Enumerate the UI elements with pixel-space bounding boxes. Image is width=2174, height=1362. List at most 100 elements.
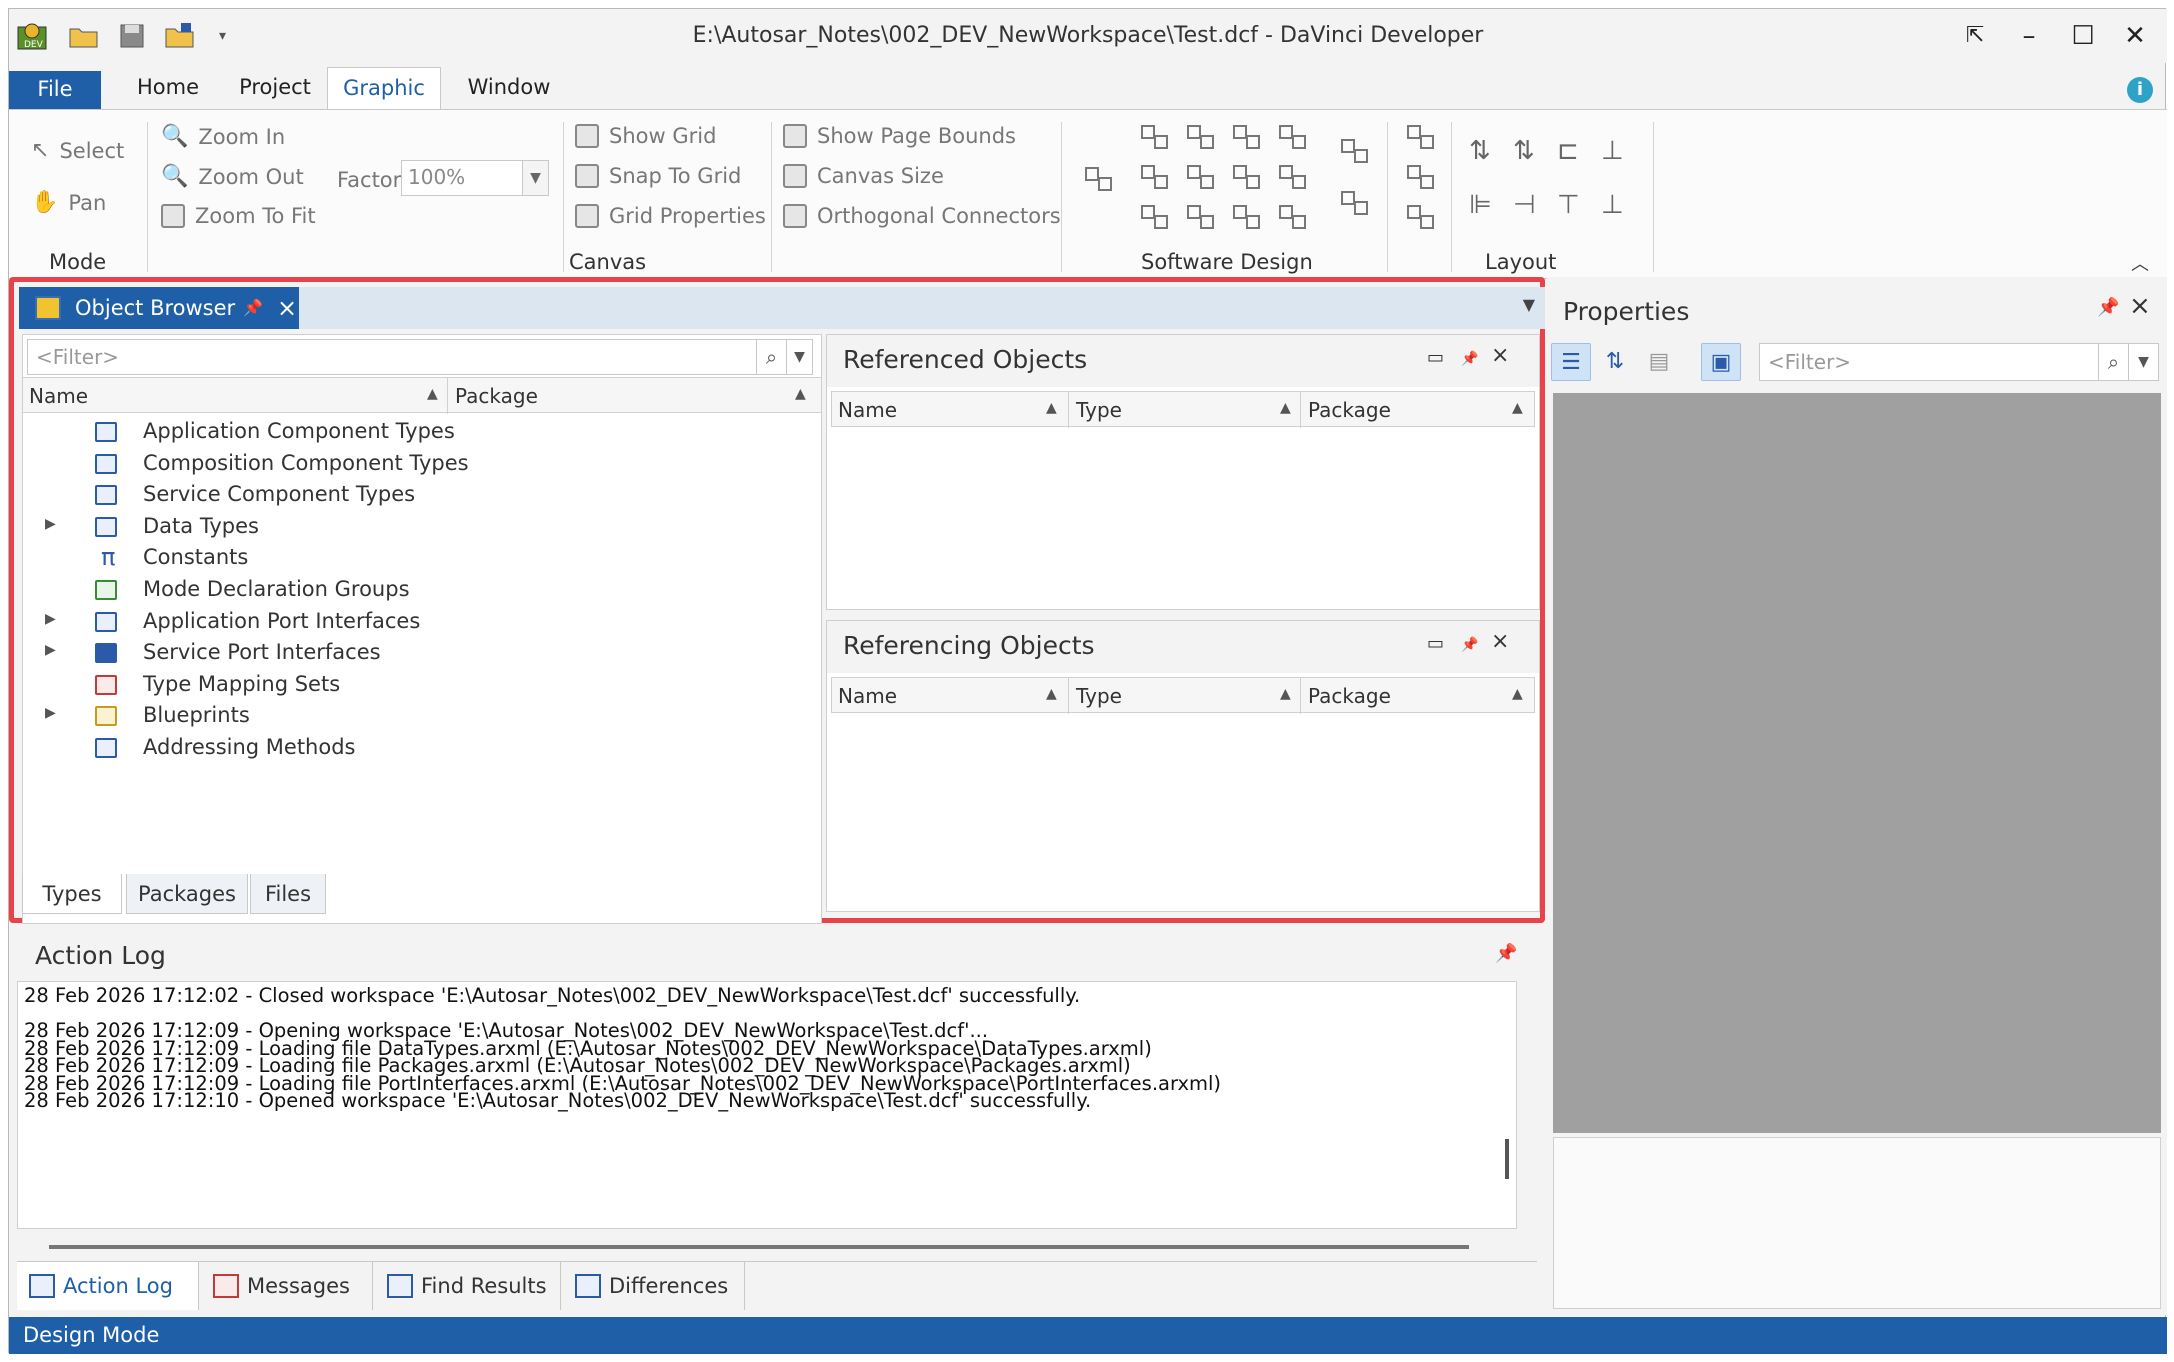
info-icon[interactable]: i <box>2127 77 2153 103</box>
column-name[interactable]: Name <box>29 384 88 408</box>
show-grid-button[interactable]: Show Grid <box>575 124 716 148</box>
close-icon[interactable]: × <box>2129 291 2151 321</box>
pin-icon[interactable]: 📌 <box>243 287 263 329</box>
auto-layout-icon[interactable] <box>1405 162 1435 190</box>
align-icon[interactable] <box>1139 202 1169 230</box>
align-icon[interactable] <box>1139 162 1169 190</box>
select-tool[interactable]: ↖ Select <box>31 138 124 163</box>
align-icon[interactable] <box>1231 202 1261 230</box>
column-divider[interactable] <box>1300 678 1301 714</box>
maximize-panel-icon[interactable]: ▭ <box>1427 633 1444 654</box>
property-pages-icon[interactable]: ▤ <box>1639 343 1679 381</box>
tab-find-results[interactable]: Find Results <box>375 1262 561 1310</box>
align-right-edge-icon[interactable]: ⊣ <box>1513 190 1536 220</box>
grid-properties-button[interactable]: Grid Properties <box>575 204 766 228</box>
close-button[interactable]: ✕ <box>2113 17 2157 55</box>
tab-graphic[interactable]: Graphic <box>327 67 441 109</box>
maximize-panel-icon[interactable]: ▭ <box>1427 347 1444 368</box>
tab-project[interactable]: Project <box>225 67 325 109</box>
pin-icon[interactable]: 📌 <box>1461 351 1478 367</box>
column-type[interactable]: Type <box>1076 398 1122 422</box>
pin-icon[interactable]: 📌 <box>2097 297 2119 318</box>
auto-layout-icon[interactable] <box>1405 202 1435 230</box>
sort-descending-icon[interactable]: ⇅ <box>1513 136 1535 166</box>
expand-arrow-icon[interactable]: ▶ <box>45 705 56 721</box>
action-log-output[interactable]: 28 Feb 2026 17:12:02 - Closed workspace … <box>17 981 1517 1229</box>
tree-item-application-component-types[interactable]: Application Component Types <box>23 417 821 449</box>
align-icon[interactable] <box>1185 162 1215 190</box>
categorized-view-icon[interactable]: ☰ <box>1551 343 1591 381</box>
auto-layout-icon[interactable] <box>1405 122 1435 150</box>
sort-ascending-icon[interactable]: ⇅ <box>1469 136 1491 166</box>
tab-file[interactable]: File <box>9 71 101 109</box>
column-divider[interactable] <box>1068 678 1069 714</box>
tree-item-service-component-types[interactable]: Service Component Types <box>23 480 821 512</box>
column-divider[interactable] <box>1300 392 1301 428</box>
align-icon[interactable] <box>1139 122 1169 150</box>
zoom-in-button[interactable]: 🔍 Zoom In <box>161 124 285 149</box>
chevron-down-icon[interactable]: ▼ <box>522 161 548 195</box>
close-icon[interactable]: × <box>277 287 297 329</box>
align-left-icon[interactable]: ⊏ <box>1557 136 1579 166</box>
tab-types[interactable]: Types <box>22 874 122 914</box>
tree-item-blueprints[interactable]: ▶ Blueprints <box>23 701 821 733</box>
horizontal-scrollbar[interactable] <box>49 1245 1469 1249</box>
object-filter-input[interactable]: <Filter> ⌕ ▼ <box>27 339 813 375</box>
orthogonal-connectors-button[interactable]: Orthogonal Connectors <box>783 204 1061 228</box>
align-icon[interactable] <box>1185 202 1215 230</box>
pin-icon[interactable]: 📌 <box>1461 637 1478 653</box>
align-icon[interactable] <box>1277 162 1307 190</box>
tree-item-constants[interactable]: π Constants <box>23 543 821 575</box>
canvas-size-button[interactable]: Canvas Size <box>783 164 944 188</box>
snap-to-grid-button[interactable]: Snap To Grid <box>575 164 741 188</box>
tree-item-mode-declaration-groups[interactable]: Mode Declaration Groups <box>23 575 821 607</box>
chevron-down-icon[interactable]: ▼ <box>786 340 812 374</box>
new-diagram-icon[interactable] <box>1083 164 1113 192</box>
align-icon[interactable] <box>1277 122 1307 150</box>
column-divider[interactable] <box>447 378 448 414</box>
maximize-button[interactable]: ☐ <box>2061 17 2105 55</box>
expand-arrow-icon[interactable]: ▶ <box>45 642 56 658</box>
zoom-to-fit-button[interactable]: Zoom To Fit <box>161 204 316 228</box>
collapse-ribbon-icon[interactable]: ︿ <box>2131 250 2149 276</box>
tab-files[interactable]: Files <box>250 874 326 914</box>
column-divider[interactable] <box>1068 392 1069 428</box>
align-top-edge-icon[interactable]: ⊤ <box>1557 190 1580 220</box>
properties-filter-input[interactable]: <Filter> ⌕ ▼ <box>1759 343 2159 381</box>
align-icon[interactable] <box>1277 202 1307 230</box>
show-page-bounds-button[interactable]: Show Page Bounds <box>783 124 1016 148</box>
zoom-out-button[interactable]: 🔍 Zoom Out <box>161 164 304 189</box>
chevron-down-icon[interactable]: ▼ <box>2128 344 2158 380</box>
column-name[interactable]: Name <box>838 398 897 422</box>
close-icon[interactable]: × <box>1491 629 1509 654</box>
tree-item-addressing-methods[interactable]: Addressing Methods <box>23 733 821 765</box>
pin-icon[interactable]: 📌 <box>1495 943 1517 964</box>
minimize-button[interactable]: – <box>2007 17 2051 55</box>
description-toggle-icon[interactable]: ▣ <box>1701 343 1741 381</box>
tree-item-service-port-interfaces[interactable]: ▶ Service Port Interfaces <box>23 638 821 670</box>
restore-ribbon-icon[interactable]: ⇱ <box>1953 17 1997 55</box>
expand-arrow-icon[interactable]: ▶ <box>45 611 56 627</box>
align-bottom-edge-icon[interactable]: ⊥ <box>1601 190 1624 220</box>
column-package[interactable]: Package <box>1308 684 1391 708</box>
tree-item-application-port-interfaces[interactable]: ▶ Application Port Interfaces <box>23 607 821 639</box>
tree-item-data-types[interactable]: ▶ Data Types <box>23 512 821 544</box>
alphabetical-sort-icon[interactable]: ⇅ <box>1595 343 1635 381</box>
tree-item-composition-component-types[interactable]: Composition Component Types <box>23 449 821 481</box>
align-icon[interactable] <box>1185 122 1215 150</box>
expand-arrow-icon[interactable]: ▶ <box>45 516 56 532</box>
connector-route-icon[interactable] <box>1339 188 1369 216</box>
pan-tool[interactable]: ✋ Pan <box>31 190 106 215</box>
tab-messages[interactable]: Messages <box>201 1262 373 1310</box>
column-package[interactable]: Package <box>1308 398 1391 422</box>
align-bottom-icon[interactable]: ⊥ <box>1601 136 1624 166</box>
column-name[interactable]: Name <box>838 684 897 708</box>
search-icon[interactable]: ⌕ <box>2098 344 2128 380</box>
tab-packages[interactable]: Packages <box>126 874 248 914</box>
close-icon[interactable]: × <box>1491 343 1509 368</box>
align-left-edge-icon[interactable]: ⊫ <box>1469 190 1492 220</box>
column-type[interactable]: Type <box>1076 684 1122 708</box>
zoom-factor-combo[interactable]: 100% ▼ <box>401 160 549 196</box>
property-grid[interactable] <box>1553 393 2161 1133</box>
tab-window[interactable]: Window <box>453 67 565 109</box>
